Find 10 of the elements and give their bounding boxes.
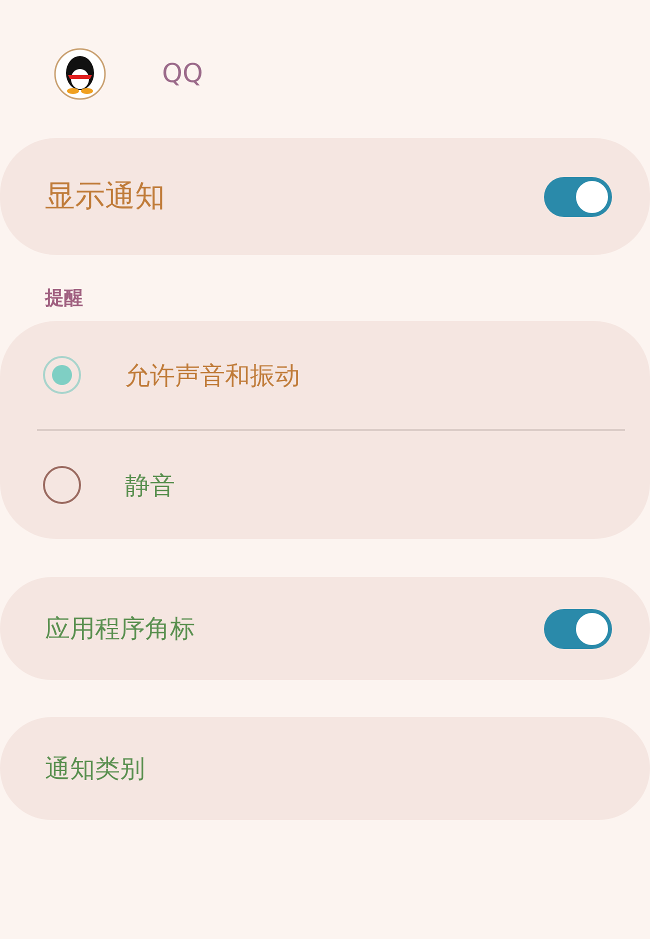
section-header: 提醒 [44, 286, 84, 311]
setting-label: 应用程序角标 [45, 613, 195, 645]
option-label[interactable]: 允许声音和振动 [125, 358, 300, 392]
notification-categories-row[interactable]: 通知类别 [0, 717, 650, 820]
option-label[interactable]: 静音 [125, 468, 175, 502]
setting-label: 通知类别 [45, 753, 145, 785]
app-badges-row[interactable]: 应用程序角标 [0, 577, 650, 680]
setting-label: 显示通知 [45, 178, 165, 216]
show-notifications-row[interactable]: 显示通知 [0, 138, 650, 255]
app-name: QQ [162, 59, 203, 89]
